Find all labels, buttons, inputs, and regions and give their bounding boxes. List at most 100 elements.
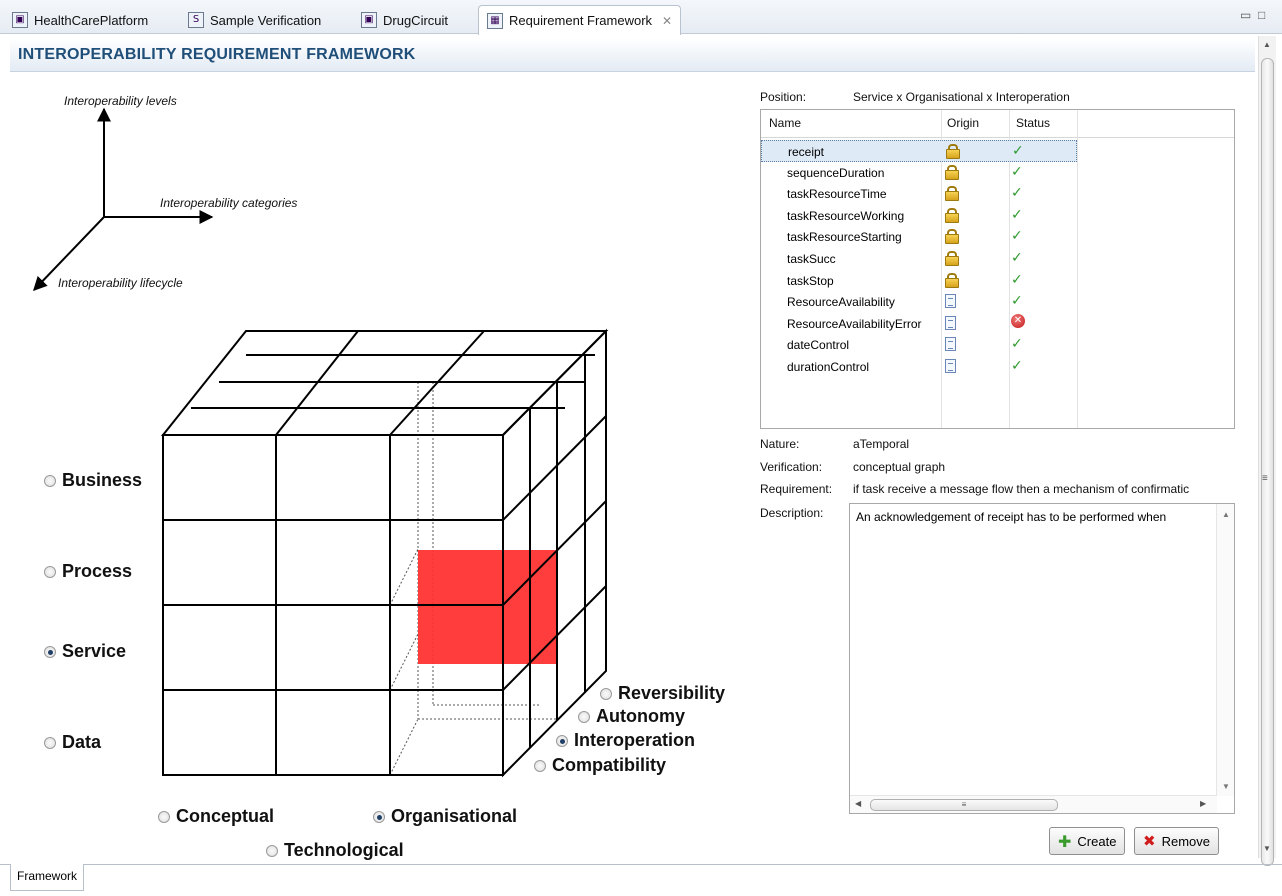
model-icon: ▣ xyxy=(361,12,377,28)
table-row[interactable]: taskSucc ✓ xyxy=(761,248,1077,270)
lock-icon xyxy=(945,229,959,245)
tab-requirement-framework[interactable]: ▦ Requirement Framework ✕ xyxy=(478,5,682,35)
requirements-table[interactable]: Name Origin Status receipt ✓ sequenceDurat… xyxy=(760,109,1235,429)
scroll-down-icon[interactable]: ▼ xyxy=(1263,844,1271,853)
radio-level-process[interactable]: Process xyxy=(44,561,132,582)
radio-level-service[interactable]: Service xyxy=(44,641,126,662)
radio-lifecycle-autonomy[interactable]: Autonomy xyxy=(578,706,685,727)
scroll-thumb[interactable]: ≡ xyxy=(870,799,1058,811)
radio-label: Interoperation xyxy=(574,730,696,750)
radio-level-business[interactable]: Business xyxy=(44,470,142,491)
lock-icon xyxy=(946,144,960,159)
requirement-label: Requirement: xyxy=(760,482,833,496)
radio-icon xyxy=(44,736,56,749)
column-header-name[interactable]: Name xyxy=(769,116,801,130)
radio-category-technological[interactable]: Technological xyxy=(266,840,404,861)
cell-origin xyxy=(945,164,959,180)
position-label: Position: xyxy=(760,90,807,104)
cell-origin xyxy=(945,359,956,373)
cell-status: ✓ xyxy=(1011,335,1023,352)
radio-checked-icon xyxy=(373,810,385,823)
radio-lifecycle-compatibility[interactable]: Compatibility xyxy=(534,755,666,776)
column-header-status[interactable]: Status xyxy=(1016,116,1050,130)
table-row[interactable]: dateControl ✓ xyxy=(761,334,1077,356)
cell-status: ✓ xyxy=(1011,271,1023,288)
tab-sample-verification[interactable]: S Sample Verification xyxy=(180,6,329,34)
column-header-origin[interactable]: Origin xyxy=(947,116,979,130)
create-button[interactable]: ✚ Create xyxy=(1049,827,1126,855)
check-icon: ✓ xyxy=(1011,336,1023,353)
table-row[interactable]: ResourceAvailabilityError ✕ xyxy=(761,313,1077,335)
scroll-up-icon[interactable]: ▲ xyxy=(1263,40,1271,49)
document-icon xyxy=(945,294,956,309)
scroll-right-icon[interactable]: ▶ xyxy=(1200,799,1206,808)
cell-origin xyxy=(945,207,959,223)
radio-label: Technological xyxy=(284,840,404,860)
radio-icon xyxy=(600,687,612,700)
cell-origin xyxy=(945,186,959,202)
table-row[interactable]: durationControl ✓ xyxy=(761,356,1077,378)
cell-origin xyxy=(945,337,956,352)
radio-icon xyxy=(578,710,590,723)
scroll-thumb[interactable] xyxy=(1261,58,1274,866)
cell-status: ✓ xyxy=(1011,206,1023,223)
table-row[interactable]: sequenceDuration ✓ xyxy=(761,162,1077,184)
s-file-icon: S xyxy=(188,12,204,28)
cell-name: taskResourceWorking xyxy=(787,208,905,223)
table-row[interactable]: taskResourceStarting ✓ xyxy=(761,226,1077,248)
lock-icon xyxy=(945,207,959,223)
radio-checked-icon xyxy=(44,645,56,658)
cell-status: ✓ xyxy=(1011,357,1023,374)
cell-status: ✓ xyxy=(1011,249,1023,266)
tab-label: DrugCircuit xyxy=(383,12,449,28)
table-row[interactable]: receipt ✓ xyxy=(761,140,1077,162)
table-row[interactable]: taskResourceWorking ✓ xyxy=(761,205,1077,227)
minimize-icon[interactable]: ▭ xyxy=(1240,8,1251,22)
cell-name: taskStop xyxy=(787,273,834,288)
radio-icon xyxy=(158,810,170,823)
table-row[interactable]: ResourceAvailability ✓ xyxy=(761,291,1077,313)
cell-origin xyxy=(945,272,959,288)
radio-lifecycle-reversibility[interactable]: Reversibility xyxy=(600,683,725,704)
radio-category-organisational[interactable]: Organisational xyxy=(373,806,517,827)
cell-name: taskSucc xyxy=(787,252,836,266)
tab-label: HealthCarePlatform xyxy=(34,12,149,28)
lock-icon xyxy=(945,251,959,266)
lock-icon xyxy=(945,164,959,180)
vertical-scrollbar[interactable]: ▲ ≡ ▼ xyxy=(1258,36,1276,866)
description-text[interactable]: An acknowledgement of receipt has to be … xyxy=(856,510,1210,524)
table-row[interactable]: taskResourceTime ✓ xyxy=(761,183,1077,205)
cell-origin xyxy=(945,251,959,266)
description-label: Description: xyxy=(760,506,824,520)
close-icon[interactable]: ✕ xyxy=(662,14,672,28)
cell-origin xyxy=(945,294,956,309)
description-vertical-scrollbar[interactable]: ▲ ▼ xyxy=(1216,504,1234,796)
check-icon: ✓ xyxy=(1011,185,1023,202)
radio-label: Business xyxy=(62,470,143,490)
radio-level-data[interactable]: Data xyxy=(44,732,101,753)
tab-drugcircuit[interactable]: ▣ DrugCircuit xyxy=(353,6,456,34)
cell-name: durationControl xyxy=(787,360,870,374)
error-icon: ✕ xyxy=(1011,313,1025,328)
radio-label: Organisational xyxy=(391,806,518,826)
radio-category-conceptual[interactable]: Conceptual xyxy=(158,806,274,827)
tab-healthcareplatform[interactable]: ▣ HealthCarePlatform xyxy=(4,6,156,34)
maximize-icon[interactable]: □ xyxy=(1258,8,1265,22)
cell-status: ✓ xyxy=(1011,292,1023,309)
axis-label-levels: Interoperability levels xyxy=(64,94,177,108)
scroll-down-icon[interactable]: ▼ xyxy=(1222,782,1230,791)
description-horizontal-scrollbar[interactable]: ◀ ≡ ▶ xyxy=(850,795,1217,813)
radio-lifecycle-interoperation[interactable]: Interoperation xyxy=(556,730,695,751)
model-icon: ▣ xyxy=(12,12,28,28)
table-row[interactable]: taskStop ✓ xyxy=(761,270,1077,292)
remove-button[interactable]: ✖ Remove xyxy=(1134,827,1219,855)
remove-button-label: Remove xyxy=(1161,833,1210,849)
tab-label: Framework xyxy=(17,869,78,883)
scroll-left-icon[interactable]: ◀ xyxy=(855,799,861,808)
description-textarea[interactable]: An acknowledgement of receipt has to be … xyxy=(849,503,1235,814)
tab-framework[interactable]: Framework xyxy=(10,864,85,891)
axis-label-categories: Interoperability categories xyxy=(160,196,298,210)
cell-origin xyxy=(946,144,960,159)
requirement-value[interactable]: if task receive a message flow then a me… xyxy=(853,482,1235,496)
scroll-up-icon[interactable]: ▲ xyxy=(1222,510,1230,519)
